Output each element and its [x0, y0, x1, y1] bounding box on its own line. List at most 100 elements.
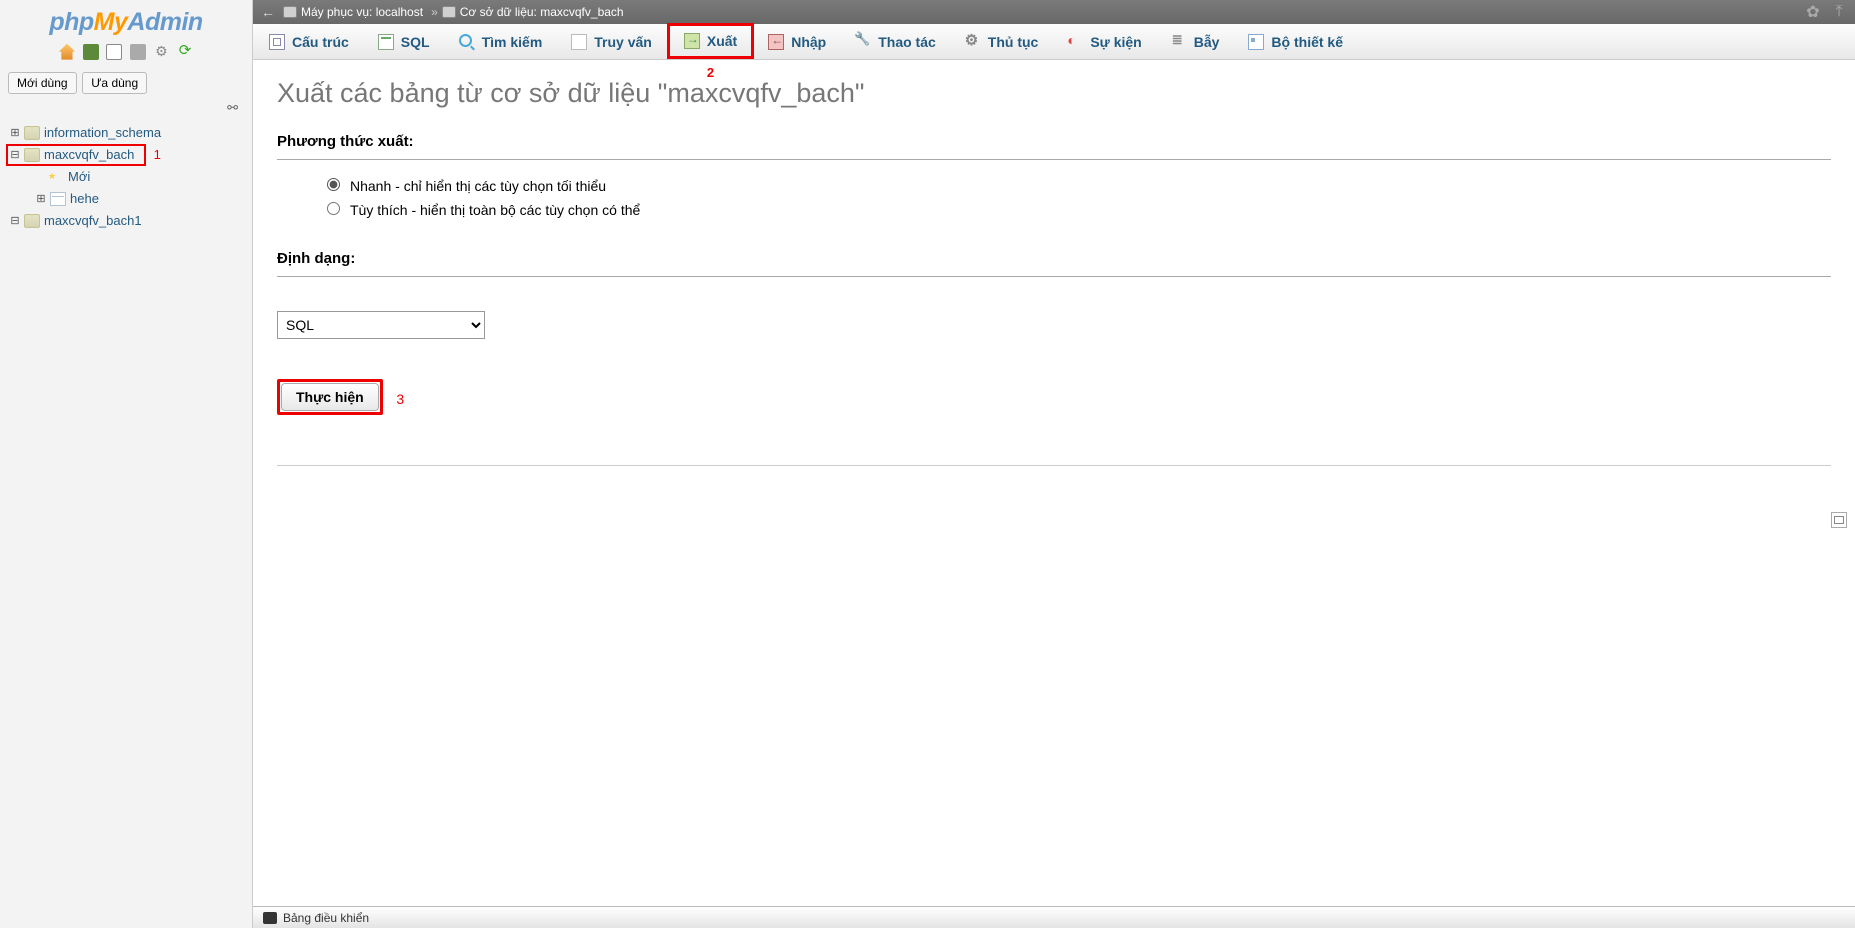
console-label: Bảng điều khiển — [283, 911, 369, 925]
tab-operations[interactable]: Thao tác — [841, 25, 951, 59]
tree-db-information-schema[interactable]: ⊞ information_schema — [4, 122, 248, 144]
reload-icon[interactable]: ⟳ — [177, 44, 193, 60]
content: Xuất các bảng từ cơ sở dữ liệu "maxcvqfv… — [253, 60, 1855, 928]
tab-label: Xuất — [707, 33, 737, 49]
query-window-icon[interactable] — [106, 44, 122, 60]
page-settings-icon[interactable]: ✿ — [1805, 4, 1821, 20]
tab-label: Bẫy — [1194, 34, 1220, 50]
tab-query[interactable]: Truy vấn — [557, 25, 667, 59]
server-icon — [283, 6, 297, 18]
tree-label: maxcvqfv_bach — [44, 146, 134, 164]
search-icon — [459, 34, 475, 50]
expand-icon[interactable]: ⊞ — [34, 190, 48, 208]
table-icon — [50, 192, 66, 206]
favorites-button[interactable]: Ưa dùng — [82, 72, 147, 94]
import-icon — [768, 34, 784, 50]
divider — [277, 159, 1831, 160]
tab-triggers[interactable]: Bẫy — [1157, 25, 1235, 59]
tree-db-maxcvqfv-bach[interactable]: ⊟ maxcvqfv_bach — [6, 144, 146, 166]
divider — [277, 465, 1831, 466]
option-custom[interactable]: Tùy thích - hiển thị toàn bộ các tùy chọ… — [327, 198, 1831, 222]
tab-events[interactable]: Sự kiện — [1053, 25, 1156, 59]
collapse-top-icon[interactable]: ⤒ — [1831, 4, 1847, 20]
tab-label: Cấu trúc — [292, 34, 349, 50]
tabs: Cấu trúc SQL Tìm kiếm Truy vấn Xuất 2 Nh… — [253, 24, 1855, 60]
tree-new-table[interactable]: Mới — [4, 166, 248, 188]
tab-label: Thao tác — [878, 34, 936, 50]
tab-search[interactable]: Tìm kiếm — [445, 25, 558, 59]
link-icon[interactable]: ⚯ — [0, 100, 252, 116]
annotation-3: 3 — [396, 391, 404, 407]
logo[interactable]: phpMyAdmin — [0, 0, 252, 39]
go-button-highlight: Thực hiện — [277, 379, 383, 415]
database-icon — [24, 126, 40, 140]
procedures-icon — [965, 34, 981, 50]
new-icon — [48, 170, 64, 184]
tab-label: Nhập — [791, 34, 826, 50]
divider — [277, 276, 1831, 277]
operations-icon — [855, 34, 871, 50]
recent-button[interactable]: Mới dùng — [8, 72, 77, 94]
bookmark-icon[interactable] — [1831, 512, 1847, 528]
tab-import[interactable]: Nhập — [754, 25, 841, 59]
page-title: Xuất các bảng từ cơ sở dữ liệu "maxcvqfv… — [277, 78, 1831, 109]
sidebar: phpMyAdmin ⚙ ⟳ Mới dùng Ưa dùng ⚯ ⊞ info… — [0, 0, 253, 928]
tab-label: Thủ tục — [988, 34, 1039, 50]
topbar: ← Máy phục vụ: localhost » Cơ sở dữ liệu… — [253, 0, 1855, 24]
tree-label: Mới — [68, 168, 90, 186]
tab-label: Truy vấn — [594, 34, 652, 50]
radio-quick[interactable] — [327, 178, 340, 191]
designer-icon — [1248, 34, 1264, 50]
tab-export[interactable]: Xuất 2 — [667, 23, 754, 59]
breadcrumb-server-label: Máy phục vụ: localhost — [301, 5, 423, 19]
recent-buttons: Mới dùng Ưa dùng — [0, 68, 252, 102]
option-custom-label: Tùy thích - hiển thị toàn bộ các tùy chọ… — [350, 202, 640, 218]
db-tree: ⊞ information_schema ⊟ maxcvqfv_bach 1 M… — [0, 122, 252, 232]
go-button[interactable]: Thực hiện — [281, 383, 379, 411]
docs-icon[interactable] — [130, 44, 146, 60]
collapse-icon[interactable]: ⊟ — [8, 146, 22, 164]
settings-icon[interactable]: ⚙ — [153, 44, 169, 60]
breadcrumb-server[interactable]: Máy phục vụ: localhost — [283, 5, 423, 19]
triggers-icon — [1171, 34, 1187, 50]
tab-designer[interactable]: Bộ thiết kế — [1234, 25, 1358, 59]
sql-icon — [378, 34, 394, 50]
export-method-heading: Phương thức xuất: — [277, 133, 1831, 153]
format-select[interactable]: SQL — [277, 311, 485, 339]
option-quick[interactable]: Nhanh - chỉ hiển thị các tùy chọn tối th… — [327, 174, 1831, 198]
tab-label: Sự kiện — [1090, 34, 1141, 50]
console-icon — [263, 912, 277, 924]
tree-db-maxcvqfv-bach1[interactable]: ⊟ maxcvqfv_bach1 — [4, 210, 248, 232]
database-icon — [442, 6, 456, 18]
logo-part-admin: Admin — [127, 8, 202, 36]
main: ← Máy phục vụ: localhost » Cơ sở dữ liệu… — [253, 0, 1855, 928]
tab-label: Tìm kiếm — [482, 34, 543, 50]
breadcrumb-separator: » — [431, 5, 438, 19]
expand-icon[interactable]: ⊟ — [8, 212, 22, 230]
export-method-options: Nhanh - chỉ hiển thị các tùy chọn tối th… — [327, 174, 1831, 222]
logo-part-my: My — [94, 8, 128, 36]
tab-label: SQL — [401, 34, 430, 50]
annotation-1: 1 — [154, 147, 161, 162]
logout-icon[interactable] — [83, 44, 99, 60]
tab-procedures[interactable]: Thủ tục — [951, 25, 1054, 59]
tree-label: maxcvqfv_bach1 — [44, 212, 142, 230]
option-quick-label: Nhanh - chỉ hiển thị các tùy chọn tối th… — [350, 178, 606, 194]
export-icon — [684, 33, 700, 49]
tab-label: Bộ thiết kế — [1271, 34, 1343, 50]
tree-label: hehe — [70, 190, 99, 208]
radio-custom[interactable] — [327, 202, 340, 215]
expand-icon[interactable]: ⊞ — [8, 124, 22, 142]
structure-icon — [269, 34, 285, 50]
tree-table-hehe[interactable]: ⊞ hehe — [4, 188, 248, 210]
database-icon — [24, 148, 40, 162]
tab-structure[interactable]: Cấu trúc — [255, 25, 364, 59]
quick-icons: ⚙ ⟳ — [0, 39, 252, 68]
console-bar[interactable]: Bảng điều khiển — [253, 906, 1855, 928]
format-heading: Định dạng: — [277, 250, 1831, 270]
back-icon[interactable]: ← — [261, 4, 275, 20]
tab-sql[interactable]: SQL — [364, 25, 445, 59]
query-icon — [571, 34, 587, 50]
home-icon[interactable] — [59, 44, 75, 60]
breadcrumb-database[interactable]: Cơ sở dữ liệu: maxcvqfv_bach — [442, 5, 624, 19]
